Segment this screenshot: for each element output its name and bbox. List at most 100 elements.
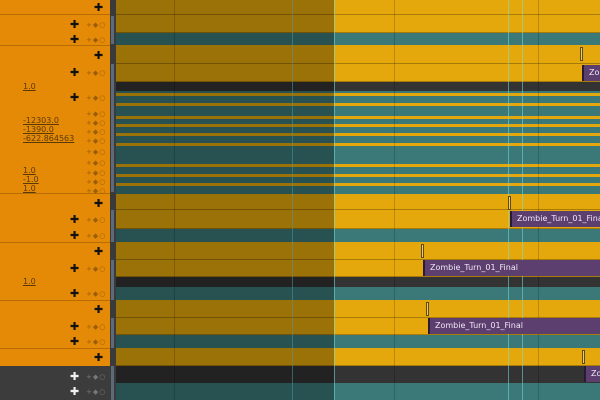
add-key-button[interactable]: ✚ (70, 287, 79, 300)
track-lane[interactable] (116, 82, 600, 91)
track-lane[interactable] (116, 194, 600, 210)
key-nav-icons[interactable]: +◆○ (86, 233, 106, 240)
unselected-track-zone: ✚ +◆○ ✚ +◆○ (0, 366, 110, 400)
animation-clip[interactable]: Zombie_Turn_01_Final (584, 366, 600, 382)
curve-strip (116, 174, 600, 177)
property-value[interactable]: 1.0 (23, 277, 36, 287)
add-key-button[interactable]: ✚ (70, 91, 79, 104)
track-row: ✚ +◆○ (0, 18, 110, 32)
section-marker[interactable] (508, 196, 511, 210)
track-row: ✚ +◆○ (0, 320, 110, 334)
add-key-button[interactable]: ✚ (70, 33, 79, 46)
add-key-button[interactable]: ✚ (70, 385, 79, 398)
gutter-bar (111, 260, 114, 300)
section-marker[interactable] (421, 244, 424, 258)
track-row: ✚ (0, 303, 110, 317)
add-track-button[interactable]: ✚ (94, 1, 103, 14)
key-nav-icons[interactable]: +◆○ (86, 217, 106, 224)
track-lane[interactable] (116, 300, 600, 318)
track-row: ✚ (0, 49, 110, 63)
animation-clip[interactable]: Zombie_Turn_01_Final (423, 260, 600, 276)
animation-clip[interactable]: Zombie_Turn_01_Final (510, 211, 600, 227)
key-nav-icons[interactable]: +◆○ (86, 389, 106, 396)
key-nav-icons[interactable]: +◆○ (86, 324, 106, 331)
key-nav-icons[interactable]: +◆○ (86, 339, 106, 346)
track-row: ✚ (0, 197, 110, 211)
track-lane[interactable] (116, 366, 600, 383)
curve-strip (116, 133, 600, 136)
track-row: ✚ +◆○ (0, 33, 110, 47)
playback-range-line (334, 0, 335, 400)
track-row: ✚ +◆○ (0, 262, 110, 276)
track-lane[interactable] (116, 33, 600, 45)
key-nav-icons[interactable]: +◆○ (86, 188, 106, 195)
track-row: ✚ +◆○ (0, 385, 110, 399)
gutter-bar (111, 366, 114, 400)
curve-strip (116, 103, 600, 106)
curve-strip (116, 143, 600, 146)
add-key-button[interactable]: ✚ (70, 370, 79, 383)
track-lane[interactable] (116, 335, 600, 348)
track-lane[interactable] (116, 348, 600, 366)
section-marker[interactable] (580, 47, 583, 61)
track-lane[interactable] (116, 45, 600, 64)
track-lane[interactable] (116, 277, 600, 287)
curve-strip (116, 164, 600, 167)
key-nav-icons[interactable]: +◆○ (86, 37, 106, 44)
playback-range-line (292, 0, 293, 400)
track-row: ✚ +◆○ (0, 287, 110, 301)
add-key-button[interactable]: ✚ (70, 18, 79, 31)
curve-strip (116, 183, 600, 186)
track-row: ✚ +◆○ (0, 91, 110, 105)
track-row: ✚ (0, 351, 110, 365)
track-lane[interactable] (116, 242, 600, 260)
track-row: ✚ +◆○ (0, 370, 110, 384)
track-lane[interactable] (116, 383, 600, 400)
track-lane[interactable] (116, 0, 600, 15)
key-nav-icons[interactable]: +◆○ (86, 22, 106, 29)
track-row: ✚ +◆○ (0, 229, 110, 243)
key-nav-icons[interactable]: +◆○ (86, 138, 106, 145)
add-track-button[interactable]: ✚ (94, 245, 103, 258)
track-lane[interactable] (116, 15, 600, 33)
curve-strip (116, 124, 600, 127)
track-row: ✚ (0, 1, 110, 15)
add-track-button[interactable]: ✚ (94, 197, 103, 210)
section-marker[interactable] (426, 302, 429, 316)
add-track-button[interactable]: ✚ (94, 49, 103, 62)
add-key-button[interactable]: ✚ (70, 213, 79, 226)
track-lane[interactable] (116, 64, 600, 82)
add-track-button[interactable]: ✚ (94, 303, 103, 316)
key-nav-icons[interactable]: +◆○ (86, 149, 106, 156)
section-marker[interactable] (582, 350, 585, 364)
track-lane[interactable] (116, 287, 600, 300)
add-key-button[interactable]: ✚ (70, 335, 79, 348)
key-nav-icons[interactable]: +◆○ (86, 70, 106, 77)
gutter-bar (111, 16, 114, 44)
gutter-bar (111, 210, 114, 242)
track-lane[interactable] (116, 229, 600, 242)
add-track-button[interactable]: ✚ (94, 351, 103, 364)
add-key-button[interactable]: ✚ (70, 66, 79, 79)
add-key-button[interactable]: ✚ (70, 262, 79, 275)
grid-line (538, 0, 539, 400)
key-nav-icons[interactable]: +◆○ (86, 95, 106, 102)
animation-clip[interactable]: Zombie_Turn_01_Final (582, 65, 600, 81)
grid-line (174, 0, 175, 400)
gutter-bar (111, 64, 114, 192)
add-key-button[interactable]: ✚ (70, 229, 79, 242)
key-nav-icons[interactable]: +◆○ (86, 291, 106, 298)
track-row: ✚ +◆○ (0, 335, 110, 349)
sequencer-timeline[interactable]: Zombie_Turn_01_Final Zombie_Turn_01_Fina… (116, 0, 600, 400)
gutter-bar (111, 318, 114, 348)
add-key-button[interactable]: ✚ (70, 320, 79, 333)
key-nav-icons[interactable]: +◆○ (86, 374, 106, 381)
key-nav-icons[interactable]: +◆○ (86, 266, 106, 273)
grid-line (394, 0, 395, 400)
track-row: +◆○ (0, 184, 110, 198)
track-row: ✚ +◆○ (0, 213, 110, 227)
curve-strip (116, 116, 600, 119)
animation-clip[interactable]: Zombie_Turn_01_Final (428, 318, 600, 334)
playback-range-line (522, 0, 523, 400)
curve-strip (116, 93, 600, 96)
